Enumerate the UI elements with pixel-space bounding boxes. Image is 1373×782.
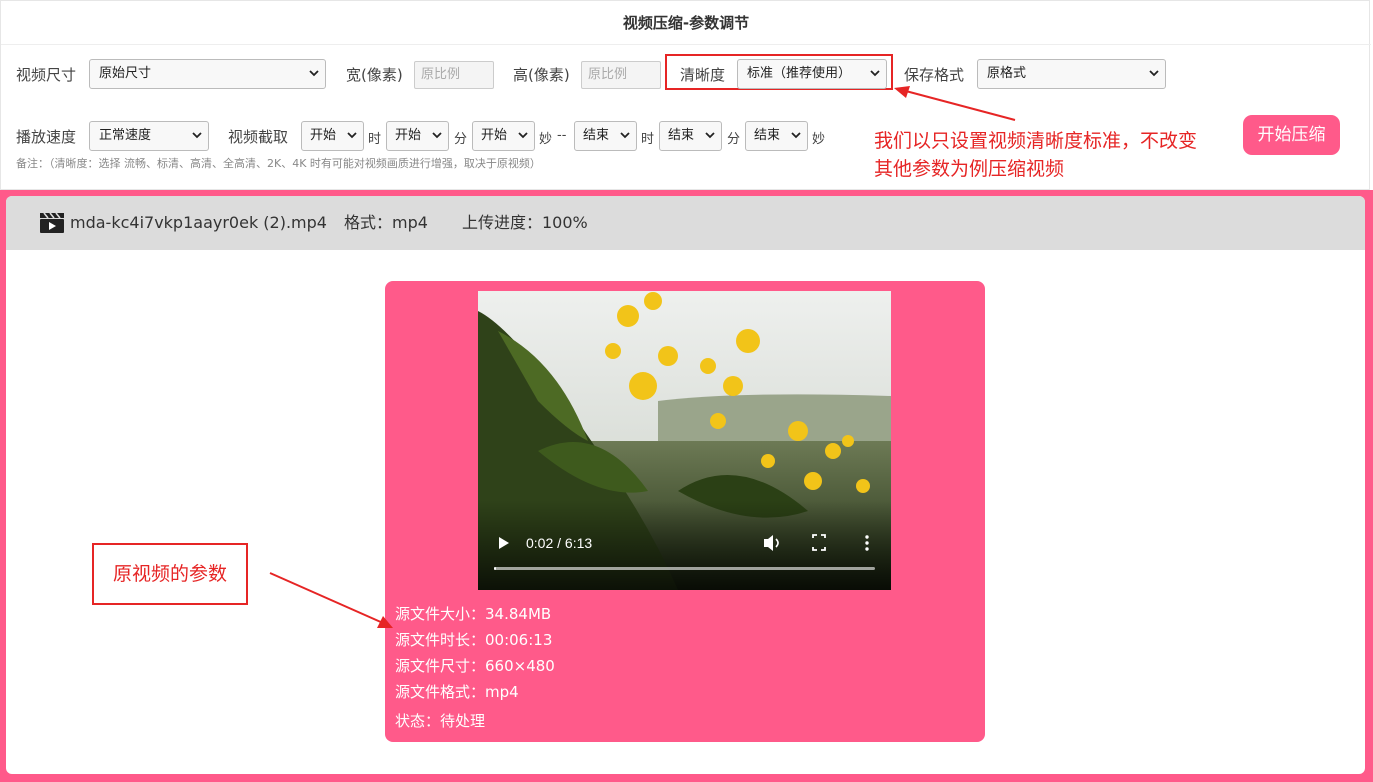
page-title: 视频压缩-参数调节 [1,1,1371,45]
clip-start-hour-select[interactable]: 开始 [301,121,364,151]
more-options-icon [865,535,869,551]
chevron-down-icon [1149,70,1159,77]
film-clapper-icon [40,212,64,233]
clarity-note: 备注：（清晰度：选择 流畅、标清、高清、全高清、2K、4K 时有可能对视频画质进… [16,157,541,170]
video-progress-fill [494,567,496,570]
chevron-down-icon [347,132,357,139]
unit-hour: 时 [641,132,655,147]
annotation-top-line2: 其他参数为例压缩视频 [874,158,1065,180]
clip-start-sec-select[interactable]: 开始 [472,121,535,151]
chevron-down-icon [518,132,528,139]
size-select[interactable]: 原始尺寸 [89,59,326,89]
range-separator: -- [557,128,567,143]
source-dimensions: 源文件尺寸：660×480 [395,657,555,675]
clip-start-min-value: 开始 [395,128,422,143]
status-text: 状态：待处理 [395,712,486,730]
file-bar: mda-kc4i7vkp1aayr0ek (2).mp4 格式：mp4 上传进度… [6,196,1365,250]
video-player[interactable]: 0:02 / 6:13 [478,291,891,590]
clip-label: 视频截取 [228,128,289,146]
unit-hour: 时 [368,132,382,147]
clip-start-sec-value: 开始 [481,128,508,143]
size-label: 视频尺寸 [16,66,77,84]
height-label: 高(像素) [513,66,570,84]
annotation-left: 原视频的参数 [92,543,248,605]
chevron-down-icon [620,132,630,139]
chevron-down-icon [791,132,801,139]
video-progress-track [494,567,875,570]
clip-end-sec-select[interactable]: 结束 [745,121,808,151]
clip-end-hour-value: 结束 [583,128,610,143]
chevron-down-icon [309,70,319,77]
source-format: 源文件格式：mp4 [395,683,519,701]
speed-label: 播放速度 [16,128,77,146]
video-frame-image: 0:02 / 6:13 [478,291,891,590]
source-duration: 源文件时长：00:06:13 [395,631,553,649]
unit-sec: 妙 [539,132,553,147]
width-input[interactable]: 原比例 [414,61,494,89]
annotation-arrow-top [894,86,1016,121]
file-name: mda-kc4i7vkp1aayr0ek (2).mp4 [70,213,327,232]
clip-end-min-value: 结束 [668,128,695,143]
size-select-value: 原始尺寸 [99,66,152,81]
clarity-select[interactable]: 标准（推荐使用） [737,59,887,89]
unit-min: 分 [727,132,741,147]
file-format: 格式：mp4 [344,213,428,232]
clip-start-hour-value: 开始 [310,128,337,143]
chevron-down-icon [705,132,715,139]
clip-end-hour-select[interactable]: 结束 [574,121,637,151]
upload-progress: 上传进度：100% [462,213,588,232]
annotation-top-line1: 我们以只设置视频清晰度标准，不改变 [874,130,1198,152]
clarity-select-value: 标准（推荐使用） [747,66,852,81]
speed-select-value: 正常速度 [99,128,152,143]
source-size: 源文件大小：34.84MB [395,605,552,623]
height-input[interactable]: 原比例 [581,61,661,89]
annotation-arrow-left [269,572,393,628]
clip-end-sec-value: 结束 [754,128,781,143]
chevron-down-icon [870,70,880,77]
start-compress-button[interactable]: 开始压缩 [1243,115,1340,155]
video-time: 0:02 / 6:13 [526,535,592,551]
chevron-down-icon [432,132,442,139]
width-label: 宽(像素) [346,66,403,84]
speed-select[interactable]: 正常速度 [89,121,209,151]
unit-sec: 妙 [812,132,826,147]
clarity-label: 清晰度 [680,66,726,84]
clip-start-min-select[interactable]: 开始 [386,121,449,151]
unit-min: 分 [454,132,468,147]
format-select-value: 原格式 [987,66,1027,81]
clip-end-min-select[interactable]: 结束 [659,121,722,151]
chevron-down-icon [192,132,202,139]
